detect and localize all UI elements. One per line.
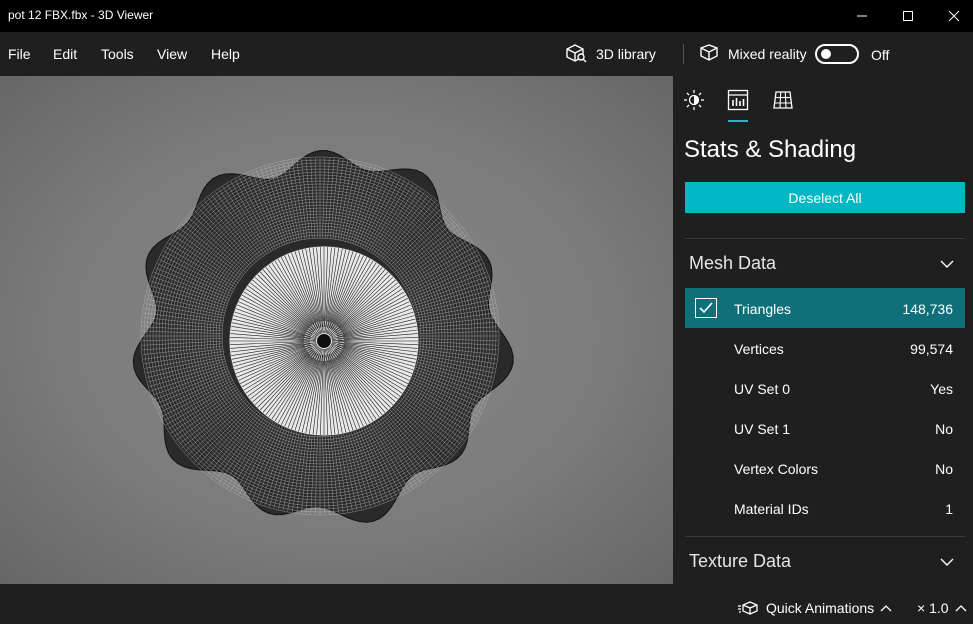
triangles-checkbox[interactable] — [695, 298, 717, 318]
row-label: UV Set 0 — [734, 381, 791, 397]
row-value: No — [935, 421, 953, 437]
minimize-button[interactable] — [839, 0, 885, 32]
deselect-all-button[interactable]: Deselect All — [685, 182, 965, 213]
mixed-reality-button[interactable]: Mixed reality — [698, 42, 807, 66]
row-value: 148,736 — [902, 301, 953, 317]
chevron-up-icon — [955, 605, 966, 612]
menu-tools[interactable]: Tools — [101, 46, 134, 62]
pot-floor-center — [317, 334, 331, 348]
row-label: UV Set 1 — [734, 421, 791, 437]
quick-animations-label: Quick Animations — [766, 600, 875, 616]
section-divider — [685, 536, 965, 537]
row-label: Material IDs — [734, 501, 809, 517]
maximize-icon — [903, 11, 913, 21]
toggle-knob — [821, 49, 831, 59]
mesh-row-uv-set-0[interactable]: UV Set 0 Yes — [685, 368, 965, 408]
animation-icon — [738, 601, 758, 615]
mesh-row-uv-set-1[interactable]: UV Set 1 No — [685, 408, 965, 448]
lighting-icon — [684, 90, 704, 110]
quick-animations-button[interactable]: Quick Animations — [738, 600, 892, 616]
close-button[interactable] — [931, 0, 973, 32]
pot-wireframe-model — [132, 150, 514, 523]
active-tab-indicator — [728, 120, 748, 122]
minimize-icon — [857, 15, 867, 17]
menu-bar: File Edit Tools View Help 3D library Mix… — [0, 32, 973, 76]
tab-grid[interactable] — [771, 88, 795, 112]
stats-icon — [727, 89, 749, 111]
row-value: 1 — [945, 501, 953, 517]
row-label: Vertices — [734, 341, 784, 357]
3d-viewport[interactable] — [0, 76, 673, 584]
bottom-bar: Quick Animations × 1.0 — [0, 584, 973, 624]
3d-library-label: 3D library — [596, 46, 656, 62]
cube-search-icon — [566, 44, 587, 63]
checkmark-icon — [699, 302, 713, 314]
row-label: Vertex Colors — [734, 461, 819, 477]
menu-view[interactable]: View — [157, 46, 187, 62]
tab-stats[interactable] — [726, 88, 750, 112]
stats-panel: Stats & Shading Deselect All Mesh Data T… — [673, 76, 973, 584]
window-title: pot 12 FBX.fbx - 3D Viewer — [8, 8, 154, 22]
mixed-reality-icon — [700, 44, 718, 61]
mesh-row-vertex-colors[interactable]: Vertex Colors No — [685, 448, 965, 488]
panel-title: Stats & Shading — [684, 136, 857, 163]
animation-speed-button[interactable]: × 1.0 — [917, 600, 967, 616]
menu-file[interactable]: File — [8, 46, 31, 62]
row-value: Yes — [930, 381, 953, 397]
row-value: No — [935, 461, 953, 477]
menu-help[interactable]: Help — [211, 46, 240, 62]
toggle-state-label: Off — [871, 47, 890, 63]
menu-divider — [683, 44, 684, 64]
mesh-data-header[interactable]: Mesh Data — [689, 253, 776, 274]
mesh-row-vertices[interactable]: Vertices 99,574 — [685, 328, 965, 368]
row-label: Triangles — [734, 301, 792, 317]
maximize-button[interactable] — [885, 0, 931, 32]
chevron-down-icon[interactable] — [939, 554, 955, 570]
tab-lighting[interactable] — [682, 88, 706, 112]
3d-library-button[interactable]: 3D library — [566, 42, 656, 66]
close-icon — [948, 10, 960, 22]
chevron-up-icon — [880, 605, 892, 612]
texture-data-header[interactable]: Texture Data — [689, 551, 791, 572]
menu-edit[interactable]: Edit — [53, 46, 77, 62]
section-divider — [685, 238, 965, 239]
mesh-row-material-ids[interactable]: Material IDs 1 — [685, 488, 965, 528]
mesh-row-triangles[interactable]: Triangles 148,736 — [685, 288, 965, 328]
grid-icon — [773, 91, 793, 109]
row-value: 99,574 — [910, 341, 953, 357]
title-bar: pot 12 FBX.fbx - 3D Viewer — [0, 0, 973, 32]
chevron-down-icon[interactable] — [939, 256, 955, 272]
mixed-reality-toggle[interactable] — [815, 44, 859, 64]
mixed-reality-label: Mixed reality — [728, 46, 807, 62]
speed-label: × 1.0 — [917, 600, 949, 616]
